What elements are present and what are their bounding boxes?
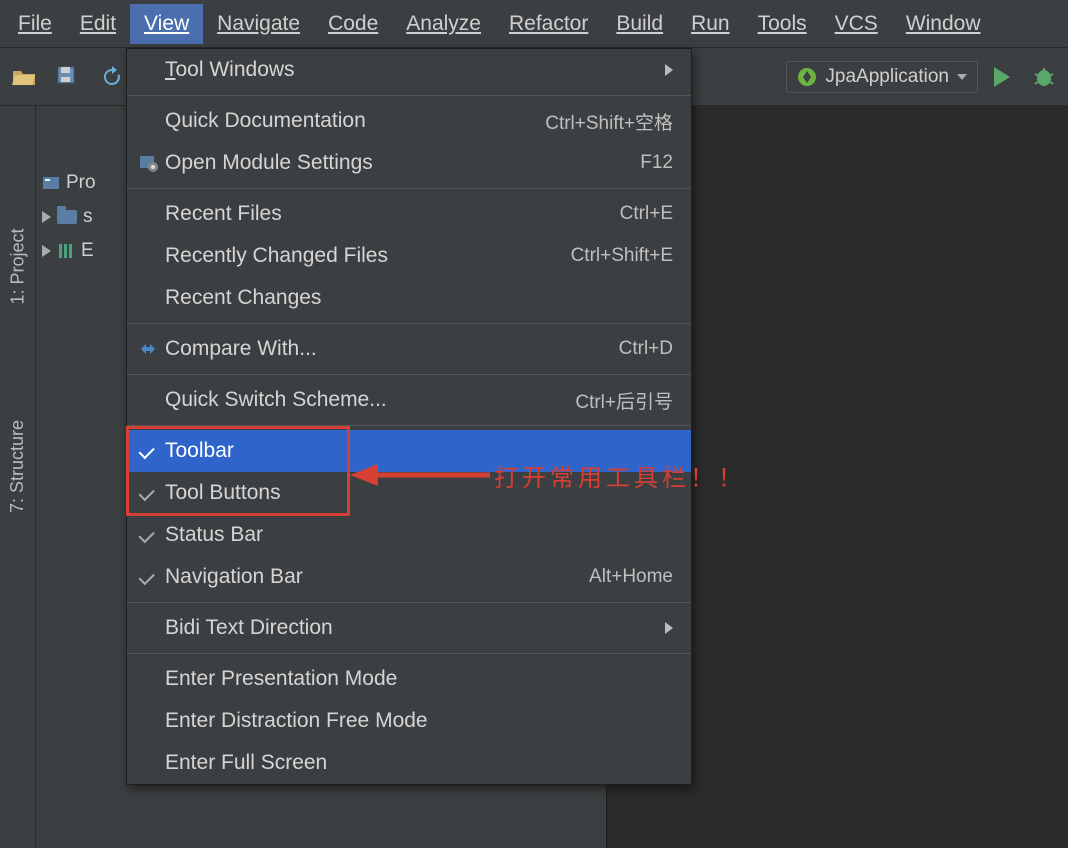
menu-edit[interactable]: Edit — [66, 4, 130, 44]
menu-navigate[interactable]: Navigate — [203, 4, 314, 44]
menu-analyze[interactable]: Analyze — [392, 4, 495, 44]
folder-icon — [57, 210, 77, 224]
menu-item-tool-windows[interactable]: TTool Windowsool Windows — [127, 49, 691, 91]
menu-item-tool-buttons[interactable]: Tool Buttons — [127, 472, 691, 514]
menu-item-bidi-text-direction[interactable]: Bidi Text Direction — [127, 607, 691, 649]
view-menu-dropdown: TTool Windowsool Windows Quick Documenta… — [126, 48, 692, 785]
run-button[interactable] — [988, 63, 1016, 91]
chevron-down-icon — [957, 72, 967, 82]
menu-item-compare-with[interactable]: Compare With... Ctrl+D — [127, 328, 691, 370]
check-icon — [141, 523, 155, 547]
menu-item-recent-files[interactable]: Recent Files Ctrl+E — [127, 193, 691, 235]
menu-separator — [127, 602, 691, 603]
menu-run[interactable]: Run — [677, 4, 744, 44]
menu-item-recently-changed-files[interactable]: Recently Changed Files Ctrl+Shift+E — [127, 235, 691, 277]
menu-item-status-bar[interactable]: Status Bar — [127, 514, 691, 556]
menu-item-navigation-bar[interactable]: Navigation Bar Alt+Home — [127, 556, 691, 598]
expand-icon — [42, 211, 51, 223]
menu-build[interactable]: Build — [602, 4, 677, 44]
menu-vcs[interactable]: VCS — [821, 4, 892, 44]
menu-separator — [127, 95, 691, 96]
menu-item-enter-full-screen[interactable]: Enter Full Screen — [127, 742, 691, 784]
run-configuration-label: JpaApplication — [825, 66, 949, 88]
menu-bar: File Edit View Navigate Code Analyze Ref… — [0, 0, 1068, 48]
submenu-arrow-icon — [665, 64, 673, 76]
menu-separator — [127, 374, 691, 375]
spring-boot-icon — [797, 67, 817, 87]
menu-tools[interactable]: Tools — [744, 4, 821, 44]
menu-item-quick-documentation[interactable]: Quick Documentation Ctrl+Shift+空格 — [127, 100, 691, 142]
check-icon — [141, 481, 155, 505]
left-gutter: 1: Project 7: Structure — [0, 106, 36, 848]
expand-icon — [42, 245, 51, 257]
sync-icon[interactable] — [98, 63, 126, 91]
menu-separator — [127, 323, 691, 324]
check-icon — [141, 439, 155, 463]
menu-code[interactable]: Code — [314, 4, 392, 44]
check-icon — [141, 565, 155, 589]
menu-item-recent-changes[interactable]: Recent Changes — [127, 277, 691, 319]
module-settings-icon — [131, 153, 165, 173]
menu-item-quick-switch-scheme[interactable]: Quick Switch Scheme... Ctrl+后引号 — [127, 379, 691, 421]
library-icon — [57, 242, 75, 260]
menu-item-enter-presentation-mode[interactable]: Enter Presentation Mode — [127, 658, 691, 700]
compare-icon — [131, 340, 165, 358]
save-all-icon[interactable] — [54, 63, 82, 91]
tree-row[interactable]: E — [36, 234, 126, 268]
menu-file[interactable]: File — [4, 4, 66, 44]
menu-refactor[interactable]: Refactor — [495, 4, 602, 44]
run-configuration-selector[interactable]: JpaApplication — [786, 61, 978, 93]
menu-separator — [127, 425, 691, 426]
menu-item-open-module-settings[interactable]: Open Module Settings F12 — [127, 142, 691, 184]
menu-item-enter-distraction-free-mode[interactable]: Enter Distraction Free Mode — [127, 700, 691, 742]
debug-button[interactable] — [1030, 63, 1058, 91]
module-icon — [42, 174, 60, 192]
menu-view[interactable]: View — [130, 4, 203, 44]
menu-window[interactable]: Window — [892, 4, 995, 44]
gutter-tab-structure[interactable]: 7: Structure — [0, 386, 36, 546]
open-icon[interactable] — [10, 63, 38, 91]
tree-row[interactable]: s — [36, 200, 126, 234]
menu-separator — [127, 188, 691, 189]
submenu-arrow-icon — [665, 622, 673, 634]
menu-item-toolbar[interactable]: Toolbar — [127, 430, 691, 472]
tree-row[interactable]: Pro — [36, 166, 126, 200]
project-tree: Pro s E — [36, 106, 126, 848]
gutter-tab-project[interactable]: 1: Project — [0, 196, 36, 336]
menu-separator — [127, 653, 691, 654]
